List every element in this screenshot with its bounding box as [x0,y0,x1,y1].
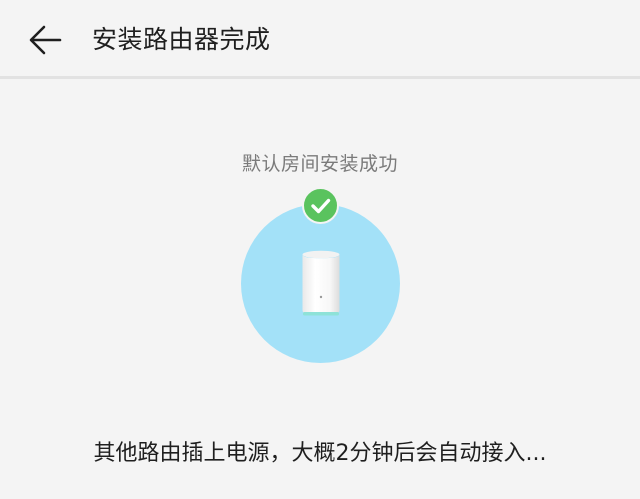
arrow-left-icon [22,20,66,60]
router-icon [301,250,341,318]
page-title: 安装路由器完成 [92,25,271,54]
install-status-text: 默认房间安装成功 [241,153,398,175]
success-check-badge [302,187,339,224]
top-bar: 安装路由器完成 [0,0,640,76]
app-screen: 安装路由器完成 默认房间安装成功 其他路由插上电源，大概2分钟后会自动接入... [0,0,640,499]
back-button[interactable] [22,20,66,60]
header-divider [0,76,640,79]
auto-join-message: 其他路由插上电源，大概2分钟后会自动接入... [93,441,547,466]
